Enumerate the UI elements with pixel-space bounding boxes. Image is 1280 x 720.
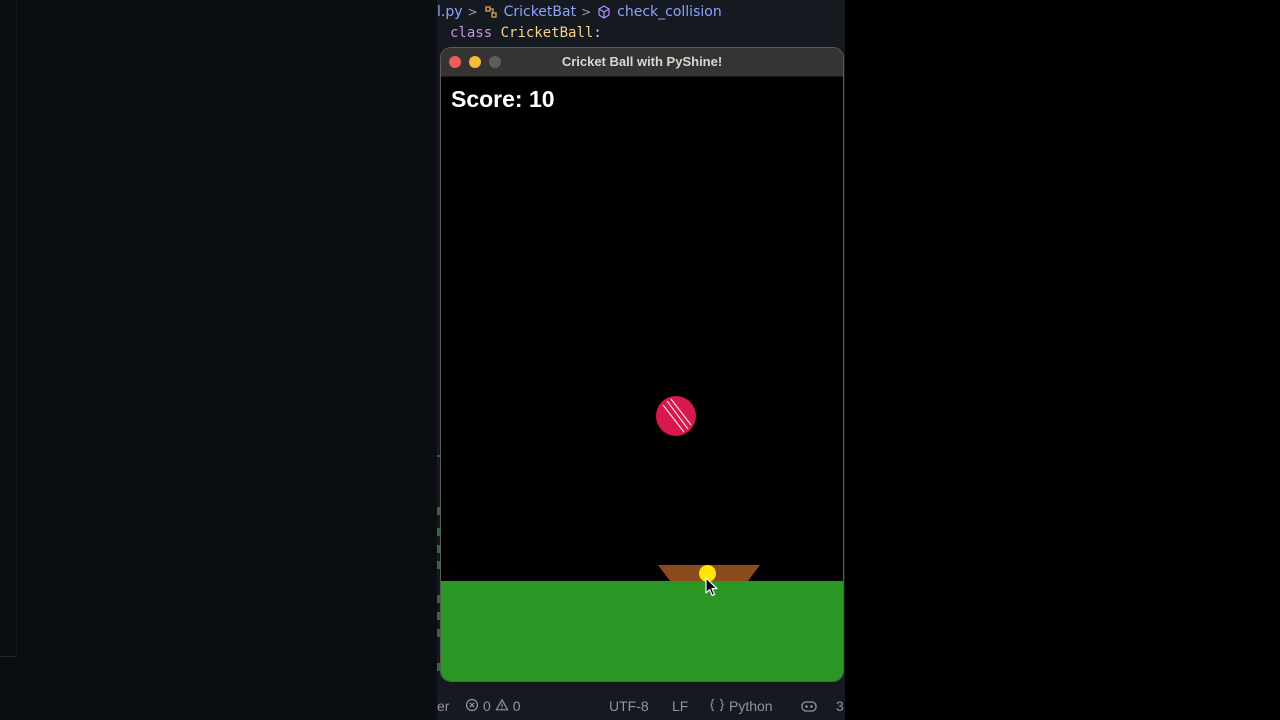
status-eol[interactable]: LF: [672, 698, 688, 714]
status-problems[interactable]: 0 0: [465, 698, 521, 715]
mouse-pointer-icon: [705, 577, 718, 597]
status-language-label: Python: [729, 698, 773, 714]
code-class-name: CricketBall: [500, 25, 594, 41]
status-encoding[interactable]: UTF-8: [609, 698, 649, 714]
error-circle-icon: [465, 698, 479, 715]
window-titlebar[interactable]: Cricket Ball with PyShine!: [441, 48, 843, 77]
chevron-right-icon: >: [581, 5, 592, 19]
warning-triangle-icon: [495, 698, 509, 715]
panel-divider: [0, 656, 16, 657]
left-background: [0, 0, 437, 720]
ground: [441, 581, 843, 681]
status-right-fragment[interactable]: 3: [836, 698, 844, 714]
code-colon: :: [593, 25, 602, 41]
class-icon: [483, 4, 499, 20]
score-label: Score: 10: [451, 86, 555, 112]
status-bar: er 0 0 UTF-8 LF Python 3: [437, 692, 845, 720]
window-title: Cricket Ball with PyShine!: [561, 54, 723, 69]
cricket-ball: [656, 396, 696, 436]
chevron-right-icon: >: [467, 5, 478, 19]
status-left-fragment[interactable]: er: [437, 698, 449, 714]
panel-divider: [16, 0, 17, 656]
breadcrumb: l.py > CricketBat > check_collision: [437, 0, 845, 24]
code-line[interactable]: class CricketBall:: [450, 25, 602, 41]
status-language[interactable]: Python: [709, 698, 773, 715]
cube-method-icon: [596, 4, 612, 20]
right-background: [845, 0, 1280, 720]
breadcrumb-method[interactable]: check_collision: [617, 4, 722, 20]
copilot-icon[interactable]: [800, 699, 818, 713]
code-keyword: class: [450, 25, 493, 41]
error-count: 0: [483, 698, 491, 714]
breadcrumb-file[interactable]: l.py: [437, 4, 463, 20]
game-window[interactable]: Cricket Ball with PyShine! Score: 10: [441, 48, 843, 681]
warning-count: 0: [512, 698, 521, 714]
breadcrumb-class[interactable]: CricketBat: [504, 4, 577, 20]
braces-icon: [709, 698, 725, 715]
